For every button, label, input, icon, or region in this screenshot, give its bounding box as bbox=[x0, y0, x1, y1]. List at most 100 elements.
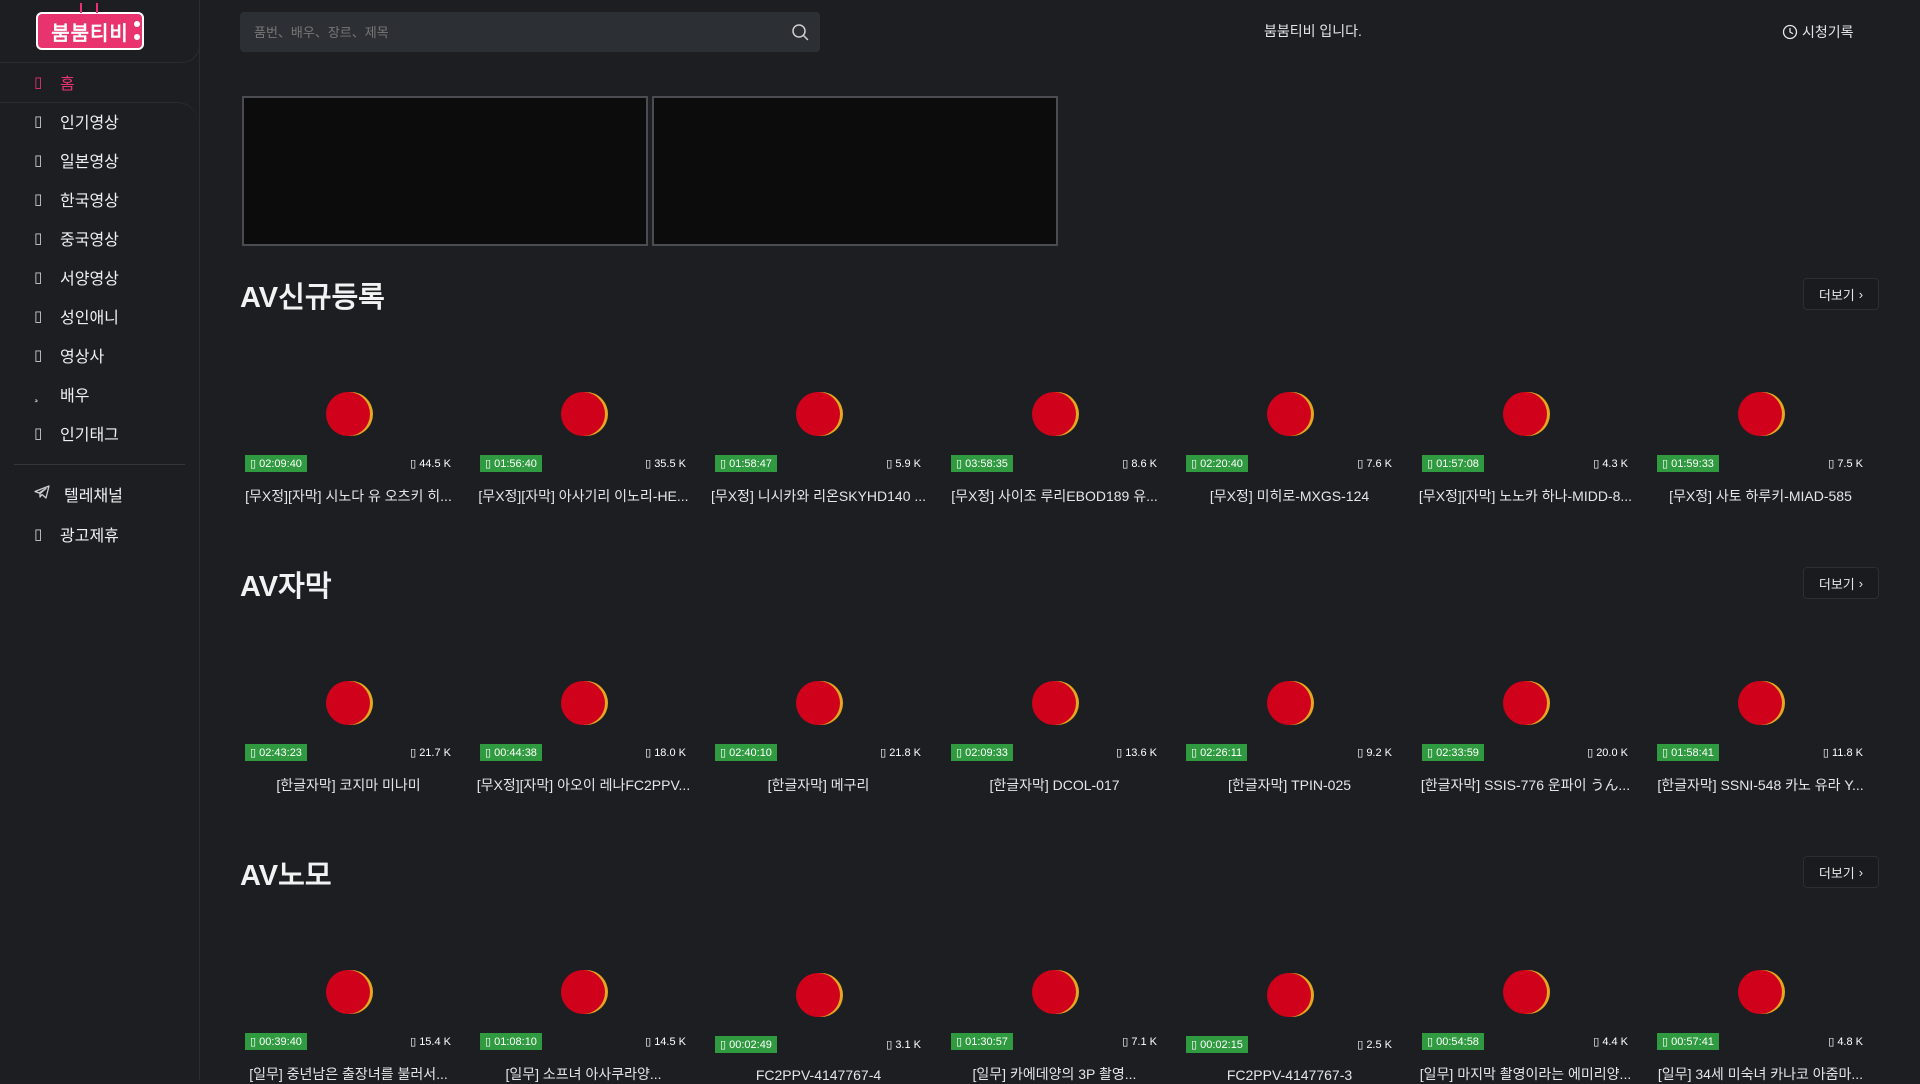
video-card[interactable]: ▯ 02:09:40 ▯ 44.5 K [무X정][자막] 시노다 유 오츠키 … bbox=[240, 360, 457, 504]
duration-badge: ▯ 01:58:47 bbox=[715, 455, 777, 472]
video-title[interactable]: [무X정] 니시카와 리온SKYHD140 ... bbox=[710, 486, 927, 506]
search-bar bbox=[240, 12, 820, 52]
video-icon: ▯ bbox=[34, 230, 43, 247]
more-button[interactable]: 더보기 › bbox=[1803, 856, 1879, 888]
video-card[interactable]: ▯ 02:33:59 ▯ 20.0 K [한글자막] SSIS-776 운파이 … bbox=[1417, 649, 1634, 793]
duration-badge: ▯ 02:43:23 bbox=[245, 744, 307, 761]
video-title[interactable]: FC2PPV-4147767-3 bbox=[1181, 1067, 1398, 1083]
view-count: ▯ 35.5 K bbox=[645, 458, 686, 470]
video-card[interactable]: ▯ 00:39:40 ▯ 15.4 K [일무] 중년남은 출장녀를 불러서..… bbox=[240, 938, 457, 1082]
video-title[interactable]: [일무] 소프녀 아사쿠라양... bbox=[475, 1064, 692, 1084]
sidebar-item-studio[interactable]: ▯ 영상사 bbox=[34, 342, 104, 368]
video-title[interactable]: [무X정][자막] 아사기리 이노리-HE... bbox=[475, 486, 692, 506]
video-thumbnail: ▯ 02:43:23 ▯ 21.7 K bbox=[240, 649, 457, 761]
duration-badge: ▯ 01:57:08 bbox=[1422, 455, 1484, 472]
loading-icon bbox=[1267, 681, 1311, 725]
sidebar-item-tags[interactable]: ▯ 인기태그 bbox=[34, 420, 119, 446]
sidebar-item-popular[interactable]: ▯ 인기영상 bbox=[34, 108, 119, 134]
search-button[interactable] bbox=[780, 12, 820, 52]
video-title[interactable]: [무X정] 사이조 루리EBOD189 유... bbox=[946, 486, 1163, 506]
video-title[interactable]: [무X정][자막] 아오이 레나FC2PPV... bbox=[475, 775, 692, 795]
video-title[interactable]: [일무] 카에데양의 3P 촬영... bbox=[946, 1064, 1163, 1084]
video-thumbnail: ▯ 00:44:38 ▯ 18.0 K bbox=[475, 649, 692, 761]
more-button[interactable]: 더보기 › bbox=[1803, 567, 1879, 599]
video-title[interactable]: [한글자막] TPIN-025 bbox=[1181, 775, 1398, 795]
video-card[interactable]: ▯ 01:57:08 ▯ 4.3 K [무X정][자막] 노노카 하나-MIDD… bbox=[1417, 360, 1634, 504]
view-count: ▯ 21.8 K bbox=[880, 747, 921, 759]
video-thumbnail: ▯ 03:58:35 ▯ 8.6 K bbox=[946, 360, 1163, 472]
video-card[interactable]: ▯ 01:58:47 ▯ 5.9 K [무X정] 니시카와 리온SKYHD140… bbox=[710, 360, 927, 504]
sidebar-item-label: 성인애니 bbox=[60, 310, 119, 327]
view-count: ▯ 44.5 K bbox=[410, 458, 451, 470]
view-count: ▯ 15.4 K bbox=[410, 1036, 451, 1048]
sidebar-item-korea[interactable]: ▯ 한국영상 bbox=[34, 186, 119, 212]
video-card[interactable]: ▯ 02:09:33 ▯ 13.6 K [한글자막] DCOL-017 bbox=[946, 649, 1163, 793]
more-label: 더보기 bbox=[1818, 287, 1855, 303]
duration-badge: ▯ 01:58:41 bbox=[1657, 744, 1719, 761]
site-logo[interactable]: 붐붐티비 bbox=[36, 12, 144, 50]
video-card[interactable]: ▯ 00:02:49 ▯ 3.1 K FC2PPV-4147767-4 bbox=[710, 941, 927, 1083]
section-title: AV자막 bbox=[240, 571, 332, 603]
video-card[interactable]: ▯ 00:02:15 ▯ 2.5 K FC2PPV-4147767-3 bbox=[1181, 941, 1398, 1083]
loading-icon bbox=[796, 973, 840, 1017]
view-count: ▯ 7.1 K bbox=[1122, 1036, 1157, 1048]
sidebar-item-japan[interactable]: ▯ 일본영상 bbox=[34, 147, 119, 173]
watch-history-link[interactable]: 시청기록 bbox=[1782, 22, 1854, 42]
video-title[interactable]: FC2PPV-4147767-4 bbox=[710, 1067, 927, 1083]
sidebar-item-telegram[interactable]: 텔레채널 bbox=[34, 481, 123, 507]
sidebar-item-home[interactable]: ▯ 홈 bbox=[34, 69, 75, 95]
video-title[interactable]: [무X정] 사토 하루키-MIAD-585 bbox=[1652, 486, 1869, 506]
search-input[interactable] bbox=[240, 12, 780, 52]
more-button[interactable]: 더보기 › bbox=[1803, 278, 1879, 310]
sidebar-item-ads[interactable]: ▯ 광고제휴 bbox=[34, 521, 119, 547]
video-card[interactable]: ▯ 02:43:23 ▯ 21.7 K [한글자막] 코지마 미나미 bbox=[240, 649, 457, 793]
video-card[interactable]: ▯ 01:56:40 ▯ 35.5 K [무X정][자막] 아사기리 이노리-H… bbox=[475, 360, 692, 504]
view-count: ▯ 11.8 K bbox=[1822, 747, 1863, 759]
video-card[interactable]: ▯ 00:54:58 ▯ 4.4 K [일무] 마지막 촬영이라는 에미리양..… bbox=[1417, 938, 1634, 1082]
video-card[interactable]: ▯ 02:26:11 ▯ 9.2 K [한글자막] TPIN-025 bbox=[1181, 649, 1398, 793]
banner-ad[interactable] bbox=[652, 96, 1058, 246]
chevron-right-icon: › bbox=[1858, 286, 1864, 302]
video-title[interactable]: [한글자막] 메구리 bbox=[710, 775, 927, 795]
sidebar-item-animation[interactable]: ▯ 성인애니 bbox=[34, 303, 119, 329]
video-title[interactable]: [일무] 중년남은 출장녀를 불러서... bbox=[240, 1064, 457, 1084]
sidebar-item-china[interactable]: ▯ 중국영상 bbox=[34, 225, 119, 251]
video-thumbnail: ▯ 01:58:47 ▯ 5.9 K bbox=[710, 360, 927, 472]
video-card[interactable]: ▯ 01:08:10 ▯ 14.5 K [일무] 소프녀 아사쿠라양... bbox=[475, 938, 692, 1082]
video-title[interactable]: [일무] 34세 미숙녀 카나코 아줌마... bbox=[1652, 1064, 1869, 1084]
video-thumbnail: ▯ 00:57:41 ▯ 4.8 K bbox=[1652, 938, 1869, 1050]
sidebar-item-actor[interactable]: ¸ 배우 bbox=[34, 381, 89, 407]
video-title[interactable]: [한글자막] SSIS-776 운파이 うん... bbox=[1417, 775, 1634, 795]
video-title[interactable]: [한글자막] 코지마 미나미 bbox=[240, 775, 457, 795]
video-title[interactable]: [한글자막] SSNI-548 카노 유라 Y... bbox=[1652, 775, 1869, 795]
video-card[interactable]: ▯ 00:57:41 ▯ 4.8 K [일무] 34세 미숙녀 카나코 아줌마.… bbox=[1652, 938, 1869, 1082]
fire-icon: ▯ bbox=[34, 113, 43, 130]
video-card[interactable]: ▯ 02:20:40 ▯ 7.6 K [무X정] 미히로-MXGS-124 bbox=[1181, 360, 1398, 504]
duration-badge: ▯ 02:40:10 bbox=[715, 744, 777, 761]
video-card[interactable]: ▯ 03:58:35 ▯ 8.6 K [무X정] 사이조 루리EBOD189 유… bbox=[946, 360, 1163, 504]
video-title[interactable]: [일무] 마지막 촬영이라는 에미리양... bbox=[1417, 1064, 1634, 1084]
video-icon: ▯ bbox=[34, 191, 43, 208]
sidebar-item-label: 일본영상 bbox=[60, 154, 119, 171]
video-thumbnail: ▯ 02:09:40 ▯ 44.5 K bbox=[240, 360, 457, 472]
video-icon: ▯ bbox=[34, 269, 43, 286]
banner-ad[interactable] bbox=[242, 96, 648, 246]
loading-icon bbox=[1503, 681, 1547, 725]
video-card[interactable]: ▯ 02:40:10 ▯ 21.8 K [한글자막] 메구리 bbox=[710, 649, 927, 793]
loading-icon bbox=[326, 681, 370, 725]
video-title[interactable]: [한글자막] DCOL-017 bbox=[946, 775, 1163, 795]
video-title[interactable]: [무X정][자막] 노노카 하나-MIDD-8... bbox=[1417, 486, 1634, 506]
sidebar-item-western[interactable]: ▯ 서양영상 bbox=[34, 264, 119, 290]
video-card[interactable]: ▯ 01:58:41 ▯ 11.8 K [한글자막] SSNI-548 카노 유… bbox=[1652, 649, 1869, 793]
duration-badge: ▯ 02:09:40 bbox=[245, 455, 307, 472]
video-card[interactable]: ▯ 00:44:38 ▯ 18.0 K [무X정][자막] 아오이 레나FC2P… bbox=[475, 649, 692, 793]
video-thumbnail: ▯ 01:30:57 ▯ 7.1 K bbox=[946, 938, 1163, 1050]
duration-badge: ▯ 01:08:10 bbox=[480, 1033, 542, 1050]
duration-badge: ▯ 00:02:49 bbox=[715, 1036, 777, 1053]
video-card[interactable]: ▯ 01:59:33 ▯ 7.5 K [무X정] 사토 하루키-MIAD-585 bbox=[1652, 360, 1869, 504]
sidebar-item-label: 인기영상 bbox=[60, 115, 119, 132]
video-card[interactable]: ▯ 01:30:57 ▯ 7.1 K [일무] 카에데양의 3P 촬영... bbox=[946, 938, 1163, 1082]
actor-icon: ¸ bbox=[34, 385, 39, 403]
video-title[interactable]: [무X정] 미히로-MXGS-124 bbox=[1181, 486, 1398, 506]
video-title[interactable]: [무X정][자막] 시노다 유 오츠키 히... bbox=[240, 486, 457, 506]
